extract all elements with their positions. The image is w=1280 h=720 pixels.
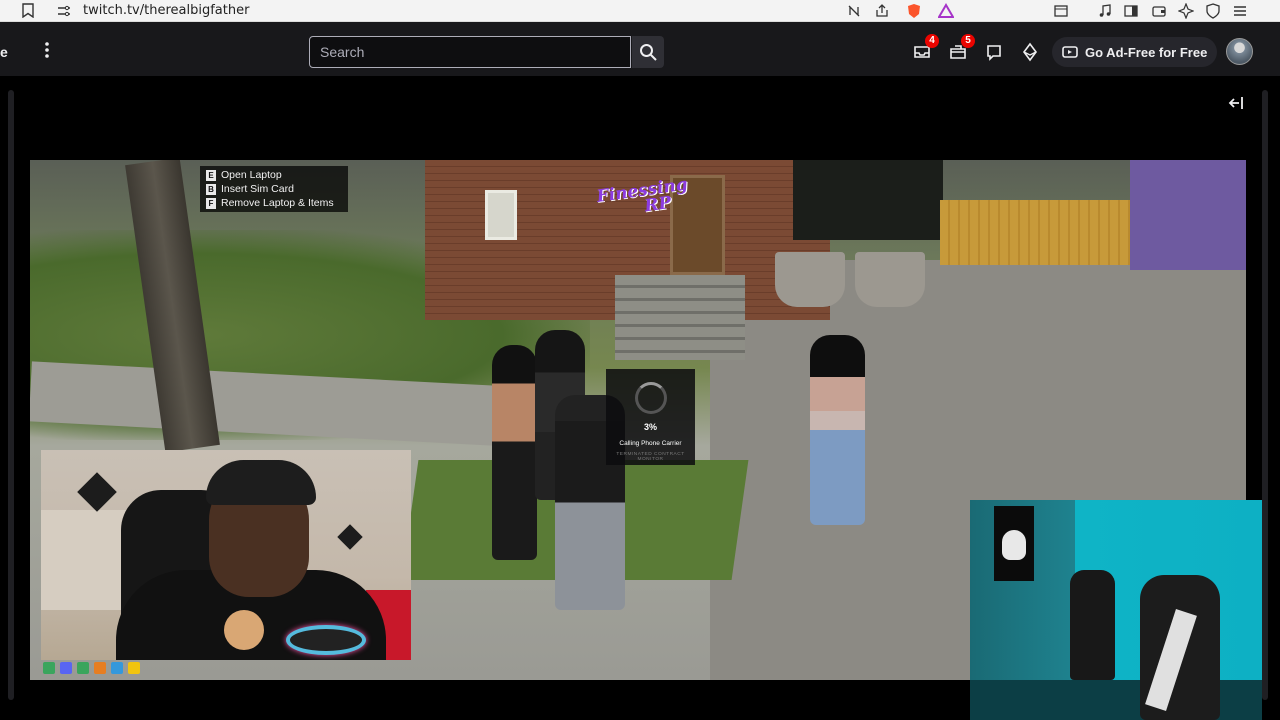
prompt-key: B	[206, 183, 216, 195]
share-icon[interactable]	[874, 3, 890, 19]
progress-percent: 3%	[643, 422, 657, 432]
discord-icon	[60, 662, 72, 674]
neighbor-house	[1130, 160, 1246, 270]
smart-speaker	[286, 625, 366, 655]
chart-icon	[77, 662, 89, 674]
more-vertical-icon[interactable]	[40, 40, 54, 60]
leo-ai-icon[interactable]	[1178, 3, 1194, 19]
ad-free-icon	[1062, 46, 1078, 58]
music-icon[interactable]	[1097, 3, 1113, 19]
inbox-badge: 4	[925, 34, 939, 48]
prompt-row: E Open Laptop	[206, 168, 342, 182]
bookmark-icon[interactable]	[22, 3, 34, 18]
progress-subtext: TERMINATED CONTRACT MONITOR	[616, 452, 685, 462]
bits-icon[interactable]	[1020, 42, 1040, 62]
office-chair	[1070, 570, 1115, 680]
go-ad-free-label: Go Ad-Free for Free	[1085, 44, 1208, 60]
search-icon	[640, 44, 657, 61]
sidebar-icon[interactable]	[1123, 3, 1139, 19]
whispers-badge: 5	[961, 34, 975, 48]
prompt-row: F Remove Laptop & Items	[206, 196, 342, 210]
overlay-icons	[43, 662, 140, 674]
browser-toolbar: twitch.tv/therealbigfather	[0, 0, 1280, 22]
planter-pot	[855, 252, 925, 307]
dark-doorway	[793, 160, 943, 240]
porch-steps	[615, 275, 745, 360]
prompt-key: F	[206, 197, 216, 209]
twitch-top-nav: e Search 4 5 Go Ad-Free for Free	[0, 22, 1280, 77]
user-avatar[interactable]	[1226, 38, 1253, 65]
phone-progress-popup: 3% Calling Phone Carrier TERMINATED CONT…	[606, 369, 695, 465]
whispers-icon[interactable]	[984, 42, 1004, 62]
wallet-icon[interactable]	[1151, 3, 1167, 19]
prompt-label: Remove Laptop & Items	[221, 197, 334, 209]
go-ad-free-button[interactable]: Go Ad-Free for Free	[1052, 37, 1217, 67]
streamer-webcam	[41, 450, 411, 660]
prompt-key: E	[206, 169, 216, 181]
collapse-chat-icon[interactable]	[1228, 94, 1246, 112]
secondary-webcam	[970, 500, 1262, 720]
fire-icon	[94, 662, 106, 674]
star-icon	[128, 662, 140, 674]
prompt-label: Insert Sim Card	[221, 183, 294, 195]
right-scrollbar[interactable]	[1262, 90, 1268, 700]
no-translate-icon[interactable]	[846, 3, 862, 19]
mic-icon	[43, 662, 55, 674]
prompt-row: B Insert Sim Card	[206, 182, 342, 196]
planter-pot	[775, 252, 845, 307]
wall-decor	[337, 524, 363, 550]
game-character	[810, 335, 865, 525]
interaction-prompt: E Open Laptop B Insert Sim Card F Remove…	[200, 166, 348, 212]
house-window	[485, 190, 517, 240]
search-input[interactable]: Search	[309, 36, 631, 68]
loading-spinner-icon	[635, 382, 667, 414]
left-scrollbar[interactable]	[8, 90, 14, 700]
progress-status: Calling Phone Carrier	[619, 440, 682, 447]
shirt-bear-graphic	[224, 610, 264, 650]
site-settings-icon[interactable]	[57, 4, 71, 18]
vpn-shield-icon[interactable]	[1205, 3, 1221, 19]
search-button[interactable]	[632, 36, 664, 68]
address-bar[interactable]: twitch.tv/therealbigfather	[83, 3, 249, 18]
menu-icon[interactable]	[1232, 3, 1248, 19]
streamer-cap	[206, 460, 316, 505]
nav-browse-fragment[interactable]: e	[0, 44, 8, 60]
brave-rewards-icon[interactable]	[938, 3, 954, 19]
prompt-label: Open Laptop	[221, 169, 282, 181]
wall-decor	[77, 472, 117, 512]
brave-shield-icon[interactable]	[906, 3, 922, 19]
game-character	[492, 345, 537, 560]
info-icon	[111, 662, 123, 674]
poster-skull	[1002, 530, 1026, 560]
tab-search-icon[interactable]	[1053, 3, 1069, 19]
